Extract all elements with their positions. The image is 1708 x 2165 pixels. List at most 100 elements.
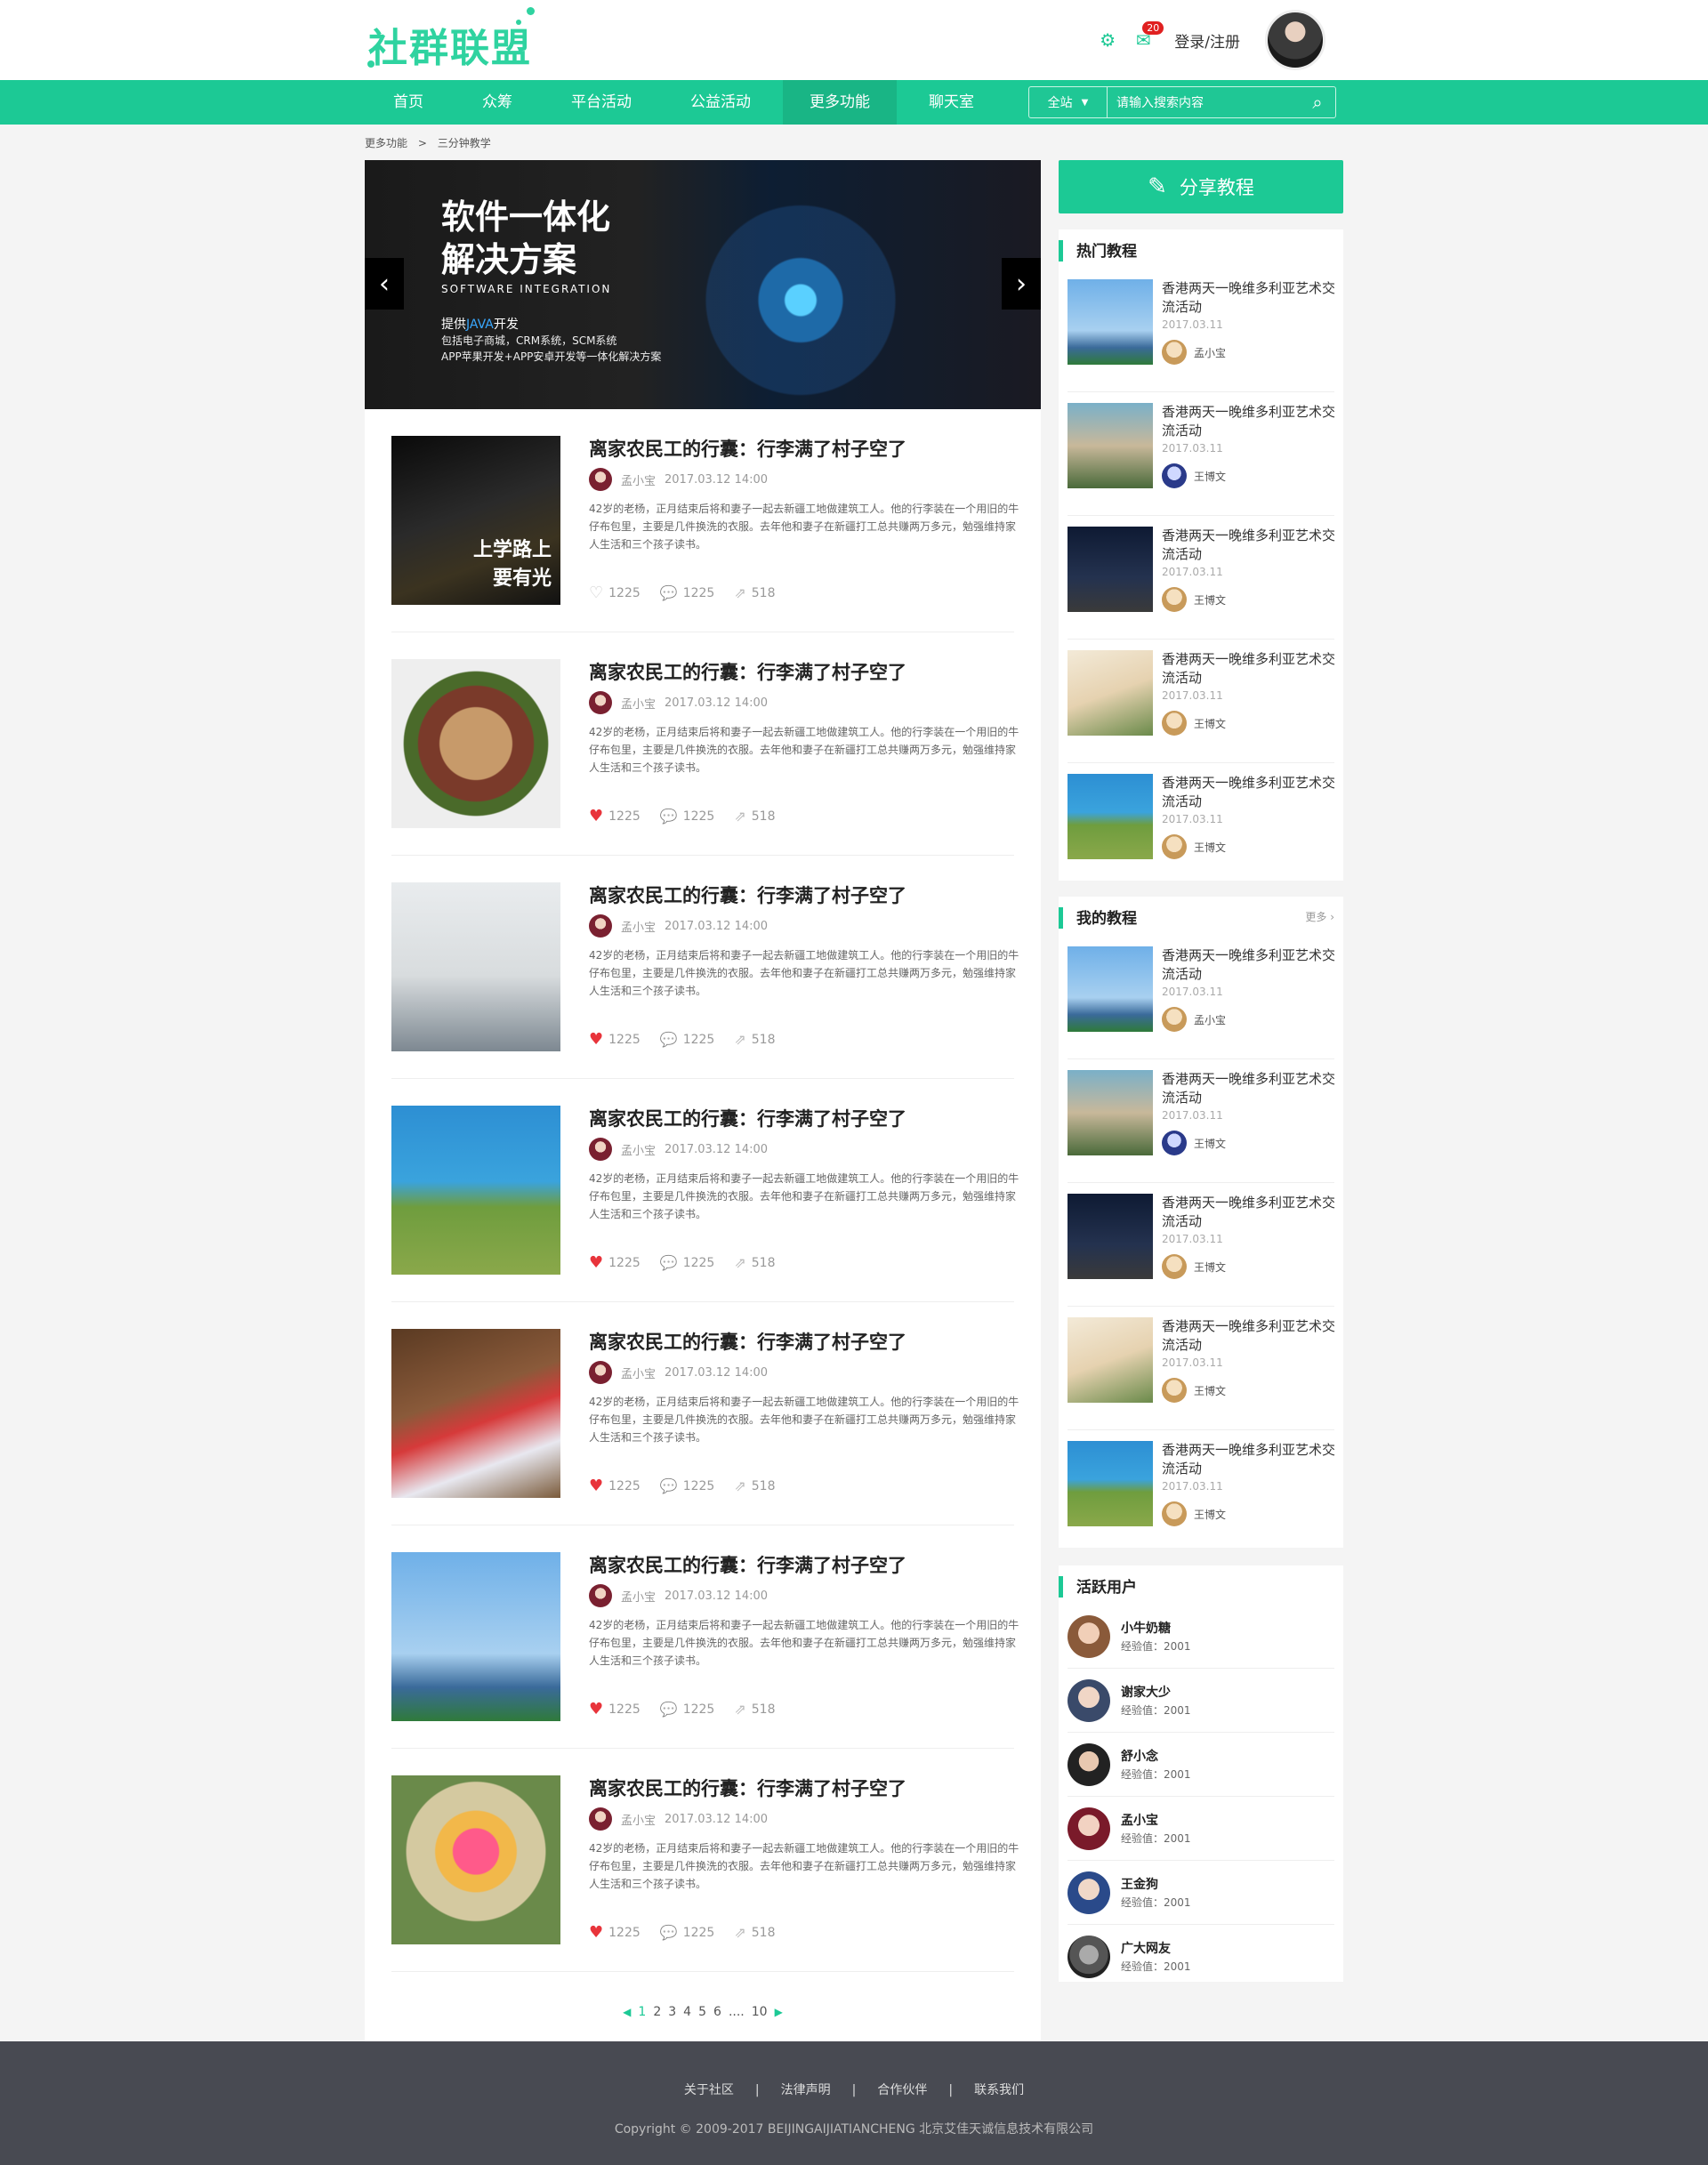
article-title[interactable]: 离家农民工的行囊：行李满了村子空了 <box>589 1775 1025 1802</box>
tutorial-thumbnail[interactable] <box>1068 403 1153 488</box>
share-button[interactable]: ⇗ 518 <box>734 1700 775 1718</box>
article-thumbnail[interactable]: 上学路上 要有光 <box>391 436 560 605</box>
tutorial-author[interactable]: 王博文 <box>1162 1254 1226 1279</box>
footer-link[interactable]: 合作伙伴 <box>877 2083 927 2097</box>
tutorial-title[interactable]: 香港两天一晚维多利亚艺术交流活动 <box>1162 774 1340 811</box>
tutorial-thumbnail[interactable] <box>1068 527 1153 612</box>
user-name[interactable]: 谢家大少 <box>1121 1683 1171 1701</box>
tutorial-title[interactable]: 香港两天一晚维多利亚艺术交流活动 <box>1162 1317 1340 1355</box>
tutorial-author[interactable]: 孟小宝 <box>1162 340 1226 365</box>
login-register-link[interactable]: 登录/注册 <box>1174 29 1240 52</box>
pagination-page[interactable]: 4 <box>683 2005 691 2019</box>
like-button[interactable]: ♡ 1225 <box>589 584 640 602</box>
tutorial-item[interactable]: 香港两天一晚维多利亚艺术交流活动 2017.03.11 王博文 <box>1068 763 1335 887</box>
like-button[interactable]: ♥ 1225 <box>589 1700 640 1718</box>
tutorial-author[interactable]: 王博文 <box>1162 1378 1226 1403</box>
share-tutorial-button[interactable]: ✎ 分享教程 <box>1059 160 1343 213</box>
like-button[interactable]: ♥ 1225 <box>589 1030 640 1049</box>
share-button[interactable]: ⇗ 518 <box>734 1253 775 1272</box>
author-avatar[interactable] <box>589 914 612 938</box>
search-icon[interactable]: ⌕ <box>1300 92 1335 113</box>
article-item[interactable]: 离家农民工的行囊：行李满了村子空了 孟小宝 2017.03.12 14:00 42岁的… <box>391 1302 1019 1525</box>
user-name[interactable]: 王金狗 <box>1121 1875 1158 1893</box>
tutorial-author[interactable]: 王博文 <box>1162 1501 1226 1526</box>
search-input[interactable] <box>1108 95 1300 109</box>
tutorial-item[interactable]: 香港两天一晚维多利亚艺术交流活动 2017.03.11 王博文 <box>1068 1059 1335 1183</box>
article-thumbnail[interactable] <box>391 1775 560 1944</box>
nav-item[interactable]: 聊天室 <box>902 80 1001 125</box>
author-avatar[interactable] <box>589 1807 612 1831</box>
user-name[interactable]: 舒小念 <box>1121 1747 1158 1765</box>
tutorial-author[interactable]: 王博文 <box>1162 834 1226 859</box>
comment-button[interactable]: 💬 1225 <box>660 1253 715 1272</box>
tutorial-title[interactable]: 香港两天一晚维多利亚艺术交流活动 <box>1162 1070 1340 1107</box>
user-avatar[interactable] <box>1068 1936 1110 1978</box>
nav-item[interactable]: 更多功能 <box>783 80 897 125</box>
footer-link[interactable]: 联系我们 <box>974 2083 1024 2097</box>
article-thumbnail[interactable] <box>391 882 560 1051</box>
article-author[interactable]: 孟小宝 <box>621 471 656 488</box>
article-title[interactable]: 离家农民工的行囊：行李满了村子空了 <box>589 1106 1025 1132</box>
article-author[interactable]: 孟小宝 <box>621 1364 656 1381</box>
article-title[interactable]: 离家农民工的行囊：行李满了村子空了 <box>589 1329 1025 1356</box>
pagination-page-current[interactable]: 1 <box>638 2005 646 2019</box>
like-button[interactable]: ♥ 1225 <box>589 1923 640 1942</box>
active-user-item[interactable]: 广大网友 经验值：2001 <box>1068 1925 1334 1989</box>
pagination-page[interactable]: 6 <box>713 2005 721 2019</box>
banner-prev-button[interactable]: ‹ <box>365 258 404 310</box>
author-avatar[interactable] <box>589 691 612 714</box>
comment-button[interactable]: 💬 1225 <box>660 1700 715 1718</box>
tutorial-thumbnail[interactable] <box>1068 279 1153 365</box>
comment-button[interactable]: 💬 1225 <box>660 584 715 602</box>
banner-carousel[interactable]: 软件一体化 解决方案 SOFTWARE INTEGRATION 提供JAVA开发 … <box>365 160 1041 409</box>
tutorial-thumbnail[interactable] <box>1068 1070 1153 1155</box>
breadcrumb-parent[interactable]: 更多功能 <box>365 137 407 149</box>
article-item[interactable]: 离家农民工的行囊：行李满了村子空了 孟小宝 2017.03.12 14:00 42岁的… <box>391 856 1019 1079</box>
article-thumbnail[interactable] <box>391 1329 560 1498</box>
footer-link[interactable]: 关于社区 <box>684 2083 734 2097</box>
tutorial-title[interactable]: 香港两天一晚维多利亚艺术交流活动 <box>1162 279 1340 317</box>
article-item[interactable]: 离家农民工的行囊：行李满了村子空了 孟小宝 2017.03.12 14:00 42岁的… <box>391 1525 1019 1749</box>
tutorial-title[interactable]: 香港两天一晚维多利亚艺术交流活动 <box>1162 946 1340 984</box>
article-title[interactable]: 离家农民工的行囊：行李满了村子空了 <box>589 1552 1025 1579</box>
nav-item[interactable]: 公益活动 <box>664 80 777 125</box>
nav-item[interactable]: 众筹 <box>455 80 539 125</box>
user-avatar[interactable] <box>1068 1615 1110 1658</box>
user-avatar[interactable] <box>1265 10 1325 70</box>
active-user-item[interactable]: 舒小念 经验值：2001 <box>1068 1733 1334 1797</box>
author-avatar[interactable] <box>589 468 612 491</box>
banner-next-button[interactable]: › <box>1002 258 1041 310</box>
my-tutorials-more-link[interactable]: 更多 › <box>1305 909 1334 924</box>
article-author[interactable]: 孟小宝 <box>621 1141 656 1158</box>
mail-icon[interactable]: ✉ 20 <box>1133 21 1164 51</box>
tutorial-author[interactable]: 王博文 <box>1162 587 1226 612</box>
comment-button[interactable]: 💬 1225 <box>660 807 715 825</box>
comment-button[interactable]: 💬 1225 <box>660 1030 715 1049</box>
article-author[interactable]: 孟小宝 <box>621 695 656 712</box>
search-scope-select[interactable]: 全站 ▼ <box>1029 87 1108 117</box>
tutorial-author[interactable]: 王博文 <box>1162 1131 1226 1155</box>
article-author[interactable]: 孟小宝 <box>621 1588 656 1605</box>
tutorial-item[interactable]: 香港两天一晚维多利亚艺术交流活动 2017.03.11 孟小宝 <box>1068 936 1335 1059</box>
tutorial-title[interactable]: 香港两天一晚维多利亚艺术交流活动 <box>1162 527 1340 564</box>
comment-button[interactable]: 💬 1225 <box>660 1477 715 1495</box>
user-name[interactable]: 广大网友 <box>1121 1939 1171 1957</box>
tutorial-title[interactable]: 香港两天一晚维多利亚艺术交流活动 <box>1162 650 1340 688</box>
active-user-item[interactable]: 小牛奶糖 经验值：2001 <box>1068 1605 1334 1669</box>
tutorial-item[interactable]: 香港两天一晚维多利亚艺术交流活动 2017.03.11 王博文 <box>1068 1183 1335 1307</box>
user-name[interactable]: 孟小宝 <box>1121 1811 1158 1829</box>
share-button[interactable]: ⇗ 518 <box>734 1477 775 1495</box>
article-author[interactable]: 孟小宝 <box>621 918 656 935</box>
active-user-item[interactable]: 王金狗 经验值：2001 <box>1068 1861 1334 1925</box>
tutorial-thumbnail[interactable] <box>1068 1317 1153 1403</box>
gear-icon[interactable]: ⚙ <box>1098 29 1117 51</box>
author-avatar[interactable] <box>589 1361 612 1384</box>
pagination-next-button[interactable]: ▶ <box>775 2006 783 2018</box>
tutorial-author[interactable]: 孟小宝 <box>1162 1007 1226 1032</box>
nav-item[interactable]: 首页 <box>367 80 450 125</box>
share-button[interactable]: ⇗ 518 <box>734 1030 775 1049</box>
like-button[interactable]: ♥ 1225 <box>589 1253 640 1272</box>
nav-item[interactable]: 平台活动 <box>544 80 658 125</box>
like-button[interactable]: ♥ 1225 <box>589 807 640 825</box>
author-avatar[interactable] <box>589 1138 612 1161</box>
